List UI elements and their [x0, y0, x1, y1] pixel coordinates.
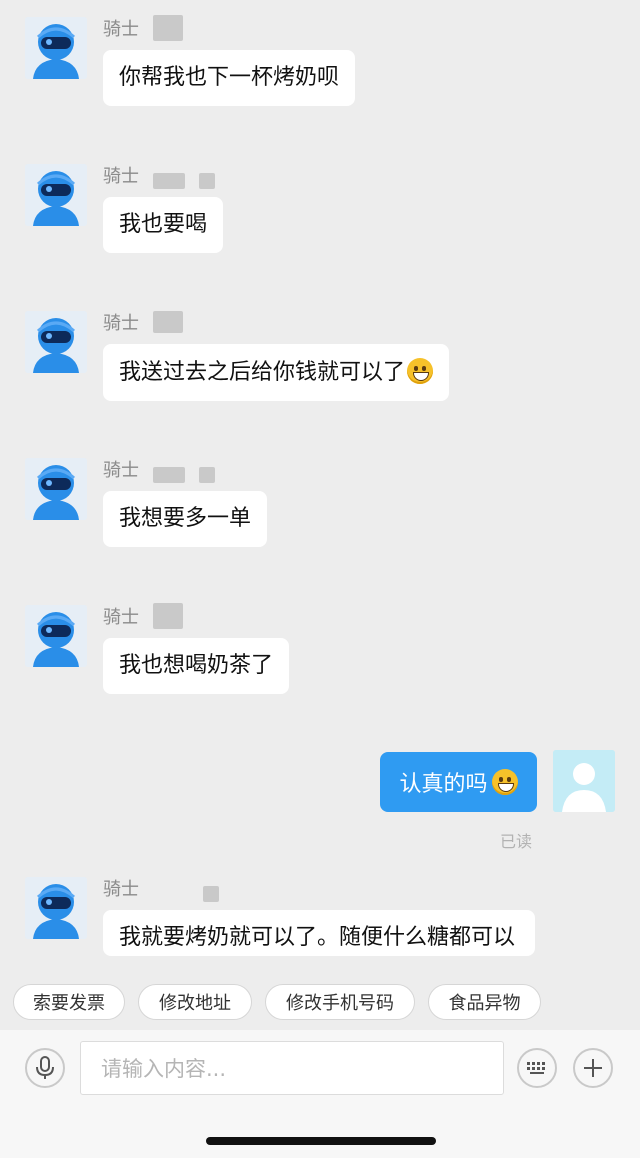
- sender-name: 骑士: [103, 308, 183, 336]
- redacted-text: [153, 467, 185, 483]
- input-placeholder: 请输入内容...: [101, 1057, 227, 1081]
- quick-reply-foreign-object-button[interactable]: 食品异物: [428, 984, 541, 1020]
- message-bubble[interactable]: 我想要多一单: [103, 491, 268, 547]
- quick-reply-phone-button[interactable]: 修改手机号码: [265, 984, 415, 1020]
- quick-reply-bar: 索要发票 修改地址 修改手机号码 食品异物: [0, 978, 640, 1028]
- message-text: 我想要多一单: [119, 506, 252, 531]
- home-area: [0, 1110, 640, 1158]
- rider-avatar[interactable]: [25, 17, 87, 79]
- message-text: 我就要烤奶就可以了。随便什么糖都可以: [119, 925, 516, 950]
- message-text: 我送过去之后给你钱就可以了: [119, 360, 406, 385]
- redacted-text: [203, 886, 219, 902]
- outgoing-message-bubble[interactable]: 认真的吗: [380, 752, 537, 812]
- rider-avatar[interactable]: [25, 458, 87, 520]
- sender-label: 骑士: [103, 19, 139, 40]
- message-text: 我也要喝: [119, 212, 208, 237]
- microphone-icon[interactable]: [25, 1048, 65, 1088]
- user-avatar[interactable]: [553, 750, 615, 812]
- quick-reply-invoice-button[interactable]: 索要发票: [13, 984, 125, 1020]
- sender-label: 骑士: [103, 166, 139, 187]
- sender-name: 骑士: [103, 455, 215, 483]
- read-status: 已读: [500, 832, 533, 851]
- sender-label: 骑士: [103, 879, 139, 900]
- redacted-text: [153, 173, 185, 189]
- redacted-text: [153, 603, 183, 629]
- sender-label: 骑士: [103, 460, 139, 481]
- grinning-emoji-icon: [407, 358, 434, 384]
- redacted-text: [153, 311, 183, 333]
- message-bubble[interactable]: 我也想喝奶茶了: [103, 638, 290, 694]
- redacted-text: [153, 15, 183, 41]
- sender-label: 骑士: [103, 313, 139, 334]
- plus-icon[interactable]: [573, 1048, 613, 1088]
- sender-name: 骑士: [103, 161, 215, 189]
- quick-reply-label: 索要发票: [33, 993, 105, 1014]
- rider-avatar[interactable]: [25, 605, 87, 667]
- home-indicator[interactable]: [206, 1137, 436, 1145]
- quick-reply-label: 修改手机号码: [286, 993, 394, 1014]
- message-input[interactable]: 请输入内容...: [80, 1041, 504, 1095]
- redacted-text: [199, 467, 215, 483]
- sender-name: 骑士: [103, 602, 183, 630]
- message-text: 你帮我也下一杯烤奶呗: [119, 65, 340, 90]
- sender-label: 骑士: [103, 607, 139, 628]
- rider-avatar[interactable]: [25, 877, 87, 939]
- rider-avatar[interactable]: [25, 311, 87, 373]
- quick-reply-label: 修改地址: [159, 993, 231, 1014]
- keyboard-icon[interactable]: [517, 1048, 557, 1088]
- chat-area[interactable]: 骑士 你帮我也下一杯烤奶呗 骑士 我也要喝 骑士 我送过去之后给你钱就可以了 骑…: [0, 0, 640, 975]
- input-bar: 请输入内容...: [0, 1030, 640, 1110]
- message-bubble[interactable]: 你帮我也下一杯烤奶呗: [103, 50, 356, 106]
- quick-reply-label: 食品异物: [448, 993, 521, 1014]
- quick-reply-address-button[interactable]: 修改地址: [138, 984, 252, 1020]
- redacted-text: [199, 173, 215, 189]
- message-text: 认真的吗: [399, 772, 488, 797]
- rider-avatar[interactable]: [25, 164, 87, 226]
- sender-name: 骑士: [103, 874, 219, 902]
- sender-name: 骑士: [103, 14, 183, 42]
- tears-of-joy-emoji-icon: [491, 769, 518, 795]
- message-bubble[interactable]: 我也要喝: [103, 197, 224, 253]
- message-bubble[interactable]: 我送过去之后给你钱就可以了: [103, 344, 450, 401]
- message-text: 我也想喝奶茶了: [119, 653, 274, 678]
- message-bubble[interactable]: 我就要烤奶就可以了。随便什么糖都可以: [103, 910, 535, 956]
